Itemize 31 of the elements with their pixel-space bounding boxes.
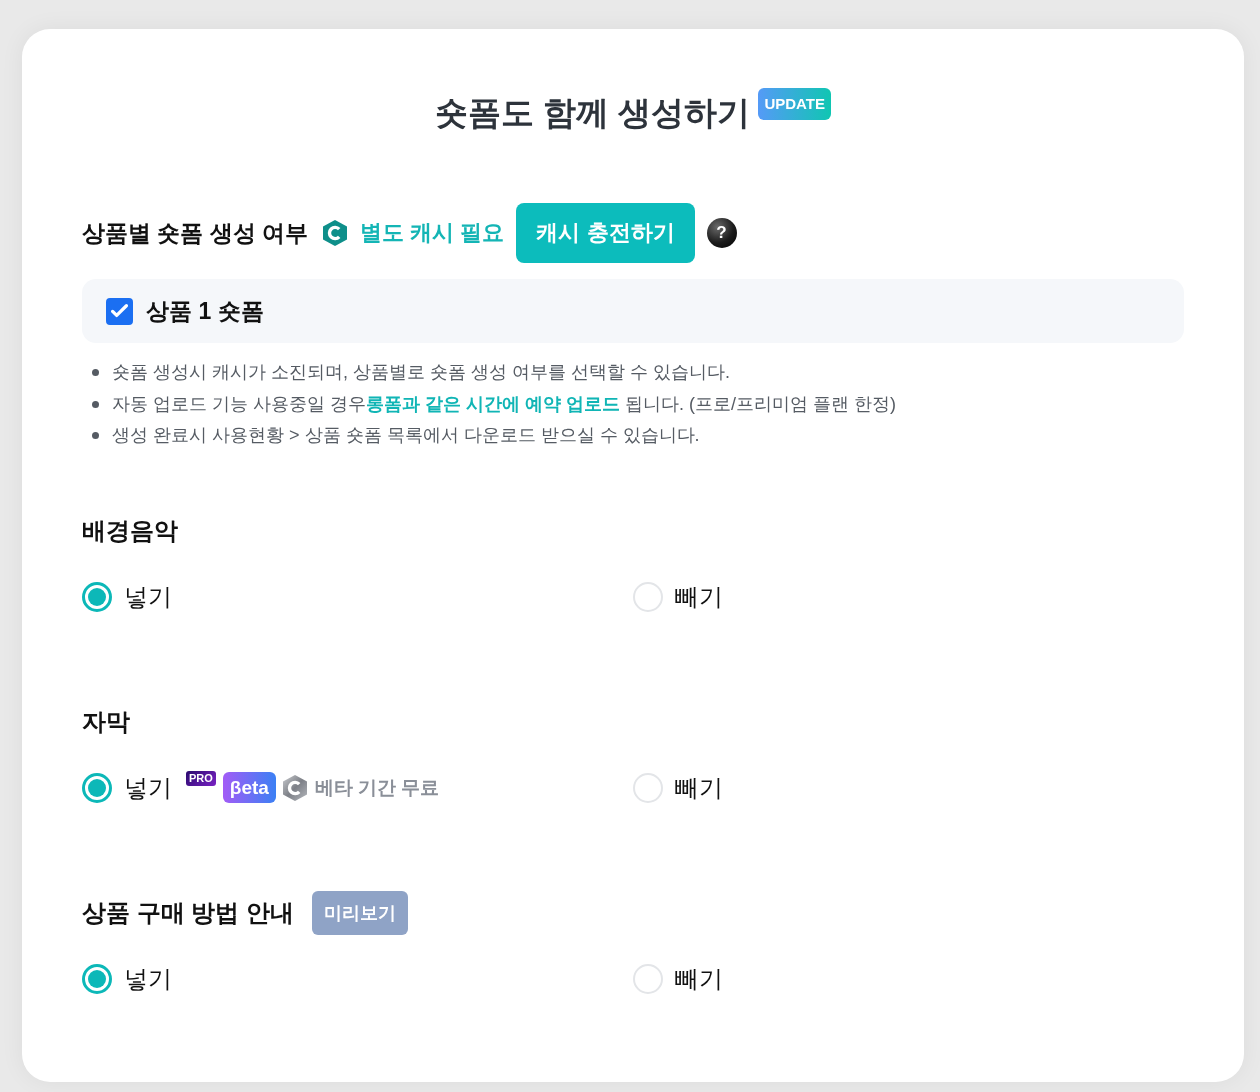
radio-button[interactable] — [82, 963, 112, 994]
pro-badge: PRO — [186, 770, 216, 786]
update-badge: UPDATE — [758, 88, 831, 120]
cash-note: 별도 캐시 필요 — [360, 219, 505, 247]
bullet-icon — [92, 432, 99, 440]
option-label[interactable]: 빼기 — [675, 771, 723, 804]
radio-button[interactable] — [82, 772, 112, 803]
hexagon-logo-icon — [281, 773, 308, 802]
section-title: 상품 구매 방법 안내 — [82, 897, 294, 928]
option-label[interactable]: 넣기 — [124, 771, 172, 804]
hexagon-logo-icon — [322, 219, 349, 247]
section-label: 상품별 숏폼 생성 여부 — [82, 218, 309, 248]
option-label[interactable]: 빼기 — [675, 580, 723, 613]
help-button[interactable]: ? — [706, 218, 737, 248]
option-label[interactable]: 빼기 — [675, 962, 723, 995]
radio-button[interactable] — [82, 581, 112, 612]
page-title: 숏폼도 함께 생성하기 — [435, 93, 751, 133]
checkmark-icon — [111, 304, 128, 318]
beta-badge: βeta — [222, 772, 276, 803]
note-text: 자동 업로드 기능 사용중일 경우롱폼과 같은 시간에 예약 업로드 됩니다. (프로/프리미엄 플랜 한정) — [112, 392, 897, 416]
section-title: 배경음악 — [82, 515, 178, 546]
option-label[interactable]: 넣기 — [124, 962, 172, 995]
option-label[interactable]: 넣기 — [124, 580, 172, 613]
checkbox[interactable] — [106, 297, 133, 325]
section-title: 자막 — [82, 706, 130, 737]
bullet-icon — [92, 400, 99, 408]
free-note: 베타 기간 무료 — [314, 775, 440, 800]
note-text: 생성 완료시 사용현황 > 상품 숏폼 목록에서 다운로드 받으실 수 있습니다. — [112, 424, 700, 447]
checkbox-label[interactable]: 상품 1 숏폼 — [146, 295, 264, 327]
note-text: 숏폼 생성시 캐시가 소진되며, 상품별로 숏폼 생성 여부를 선택할 수 있습니다. — [112, 361, 730, 384]
bullet-icon — [92, 369, 99, 377]
